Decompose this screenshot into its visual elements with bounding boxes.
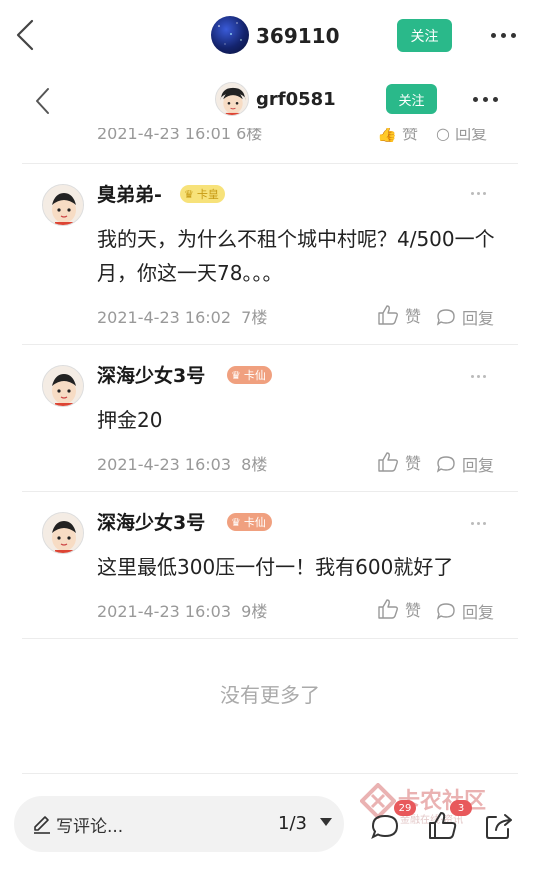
- thumbs-up-icon: [378, 305, 398, 325]
- comment-meta: 2021-4-23 16:03 8楼: [97, 451, 267, 475]
- crown-icon: ♛: [231, 515, 241, 529]
- pencil-icon: [34, 816, 50, 834]
- thumbs-up-icon: [378, 599, 398, 619]
- crown-icon: ♛: [184, 187, 194, 201]
- user-level-badge: ♛ 卡皇: [180, 185, 225, 203]
- list-item: 2021-4-23 16:01 6楼 👍 赞 ○ 回复: [0, 128, 540, 164]
- user-level-badge: ♛ 卡仙: [227, 366, 272, 384]
- bottom-bar: 卡农社区 金融在线·资讯 写评论... 1/3 29 3: [0, 773, 540, 871]
- thumbs-up-icon: [378, 452, 398, 472]
- comment-username[interactable]: 深海少女3号: [97, 508, 205, 535]
- header-avatar[interactable]: [211, 16, 249, 54]
- more-options-icon[interactable]: [473, 97, 498, 102]
- header-username: 369110: [256, 24, 340, 48]
- top-bar: 369110 关注: [0, 0, 540, 72]
- comment-more-icon[interactable]: [471, 192, 486, 195]
- reply-button[interactable]: ○ 回复: [436, 128, 487, 144]
- comment-placeholder: 写评论...: [56, 817, 124, 837]
- thumbs-up-icon[interactable]: [427, 811, 457, 841]
- avatar[interactable]: [215, 82, 249, 116]
- divider: [22, 773, 518, 774]
- comment-icon[interactable]: [370, 813, 400, 841]
- comment-more-icon[interactable]: [471, 522, 486, 525]
- chat-bubble-icon: [436, 603, 455, 620]
- like-button[interactable]: 赞: [377, 597, 421, 621]
- no-more-label: 没有更多了: [220, 683, 320, 707]
- comment-text: 我的天，为什么不租个城中村呢？4/500一个月，你这一天78。。。: [97, 227, 495, 285]
- comment-username[interactable]: 臭弟弟-: [97, 180, 162, 207]
- comment-time: 2021-4-23 16:03: [97, 455, 231, 474]
- follow-button[interactable]: 关注: [386, 84, 437, 114]
- thread-username: grf0581: [256, 89, 336, 110]
- comment-meta: 2021-4-23 16:02 7楼: [97, 304, 267, 328]
- comment-floor: 8楼: [241, 455, 268, 474]
- comment-meta: 2021-4-23 16:01 6楼: [97, 128, 263, 143]
- more-options-icon[interactable]: [491, 33, 516, 38]
- avatar[interactable]: [42, 365, 84, 407]
- like-count-badge: 3: [450, 800, 472, 816]
- crown-icon: ♛: [231, 368, 241, 382]
- comment-more-icon[interactable]: [471, 375, 486, 378]
- chevron-down-icon[interactable]: [320, 818, 332, 826]
- chat-bubble-icon: [436, 456, 455, 473]
- comment-text: 押金20: [97, 408, 163, 432]
- follow-button[interactable]: 关注: [397, 19, 452, 52]
- avatar[interactable]: [42, 512, 84, 554]
- like-button[interactable]: 赞: [377, 450, 421, 474]
- like-button[interactable]: 👍 赞: [377, 128, 418, 144]
- comment-text: 这里最低300压一付一！我有600就好了: [97, 555, 454, 579]
- reply-button[interactable]: 回复: [436, 599, 494, 623]
- chat-bubble-icon: [436, 309, 455, 326]
- comment-input[interactable]: 写评论... 1/3: [14, 796, 344, 852]
- back-arrow-icon[interactable]: [33, 86, 53, 116]
- user-level-badge: ♛ 卡仙: [227, 513, 272, 531]
- comment-time: 2021-4-23 16:02: [97, 308, 231, 327]
- avatar[interactable]: [42, 184, 84, 226]
- reply-button[interactable]: 回复: [436, 452, 494, 476]
- back-arrow-icon[interactable]: [12, 18, 38, 52]
- comment-count-badge: 29: [394, 800, 416, 816]
- like-button[interactable]: 赞: [377, 303, 421, 327]
- thumbs-up-icon: 👍: [377, 128, 397, 143]
- comment-floor: 7楼: [241, 308, 268, 327]
- reply-button[interactable]: 回复: [436, 305, 494, 329]
- comment-time: 2021-4-23 16:03: [97, 602, 231, 621]
- comment-floor: 9楼: [241, 602, 268, 621]
- share-icon[interactable]: [484, 811, 514, 841]
- list-item: 臭弟弟- ♛ 卡皇 我的天，为什么不租个城中村呢？4/500一个月，你这一天78…: [0, 164, 540, 344]
- comment-username[interactable]: 深海少女3号: [97, 361, 205, 388]
- list-item: 深海少女3号 ♛ 卡仙 这里最低300压一付一！我有600就好了 2021-4-…: [0, 492, 540, 638]
- comment-meta: 2021-4-23 16:03 9楼: [97, 598, 267, 622]
- chat-bubble-icon: ○: [436, 128, 450, 143]
- list-item: 深海少女3号 ♛ 卡仙 押金20 2021-4-23 16:03 8楼 赞 回复: [0, 345, 540, 491]
- divider: [22, 638, 518, 639]
- page-indicator[interactable]: 1/3: [278, 813, 307, 834]
- thread-header: grf0581 关注: [0, 72, 540, 128]
